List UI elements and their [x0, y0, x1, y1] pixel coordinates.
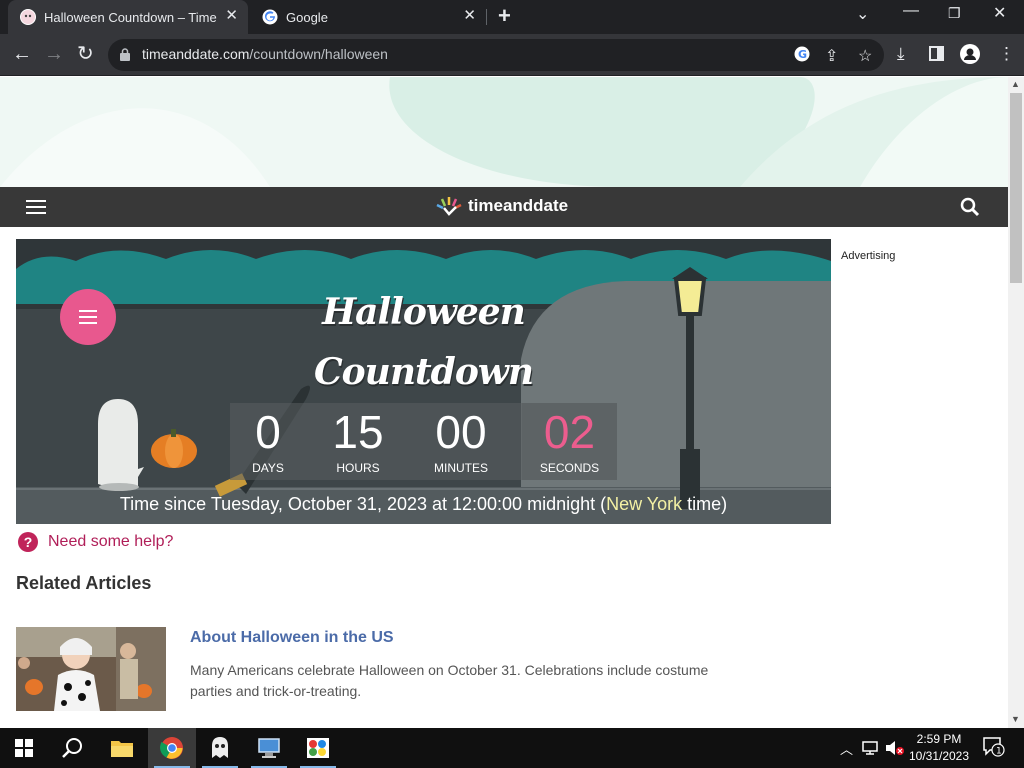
- city-link[interactable]: New York: [606, 494, 682, 514]
- download-icon[interactable]: ⤓: [897, 44, 905, 64]
- url-text: timeanddate.com/countdown/halloween: [142, 46, 388, 62]
- minutes-value: 00: [435, 406, 487, 458]
- file-explorer-button[interactable]: [98, 728, 146, 768]
- timeanddate-favicon-icon: [20, 9, 36, 25]
- close-tab-icon[interactable]: ✕: [225, 8, 238, 24]
- related-articles-heading: Related Articles: [16, 573, 152, 593]
- menu-kebab-icon[interactable]: ⋮: [998, 44, 1015, 64]
- paint-app-button[interactable]: [294, 728, 342, 768]
- countdown-minutes: 00 MINUTES: [417, 403, 505, 475]
- clock-date: 10/31/2023: [908, 749, 970, 763]
- hero-title-line1: Halloween: [322, 291, 526, 333]
- chrome-icon: [160, 737, 183, 759]
- back-arrow-icon[interactable]: ←: [12, 43, 32, 65]
- help-link[interactable]: ? Need some help?: [18, 532, 173, 552]
- clock-time: 2:59 PM: [916, 732, 962, 746]
- web-page: timeanddate Halloween Countdown 0 DAYS 1…: [0, 77, 1008, 728]
- question-mark-icon: ?: [18, 532, 38, 552]
- control-panel-button[interactable]: [245, 728, 293, 768]
- search-button[interactable]: [48, 728, 96, 768]
- days-label: DAYS: [252, 461, 284, 475]
- close-tab-icon[interactable]: ✕: [463, 8, 476, 24]
- chrome-taskbar-button[interactable]: [148, 728, 196, 768]
- windows-taskbar: ︿ 2:59 PM 10/31/2023 1: [0, 728, 1024, 768]
- ghost-app-icon: [212, 737, 228, 758]
- countdown-seconds: 02 SECONDS: [522, 403, 617, 480]
- halloween-countdown-hero: Halloween Countdown 0 DAYS 15 HOURS 00 M…: [16, 239, 831, 524]
- notification-count: 1: [996, 747, 1002, 757]
- seconds-value: 02: [543, 406, 596, 458]
- minutes-label: MINUTES: [434, 461, 488, 475]
- site-navigation-bar: timeanddate: [0, 187, 1008, 227]
- browser-tab-bar: Halloween Countdown – Time since Tuesday…: [0, 0, 1024, 34]
- article-thumbnail-image[interactable]: [16, 627, 166, 711]
- start-button[interactable]: [0, 728, 48, 768]
- svg-text:G: G: [798, 48, 807, 61]
- bookmark-star-icon[interactable]: ☆: [858, 46, 872, 66]
- folder-icon: [111, 741, 133, 757]
- browser-toolbar: ← → ↻ timeanddate.com/countdown/hallowee…: [0, 34, 1024, 76]
- advertising-label: Advertising: [841, 250, 896, 262]
- address-bar[interactable]: timeanddate.com/countdown/halloween G ⇪ …: [108, 39, 884, 71]
- share-icon[interactable]: ⇪: [825, 46, 838, 66]
- article-description: Many Americans celebrate Halloween on Oc…: [190, 662, 709, 699]
- computer-settings-icon: [258, 738, 280, 758]
- seconds-label: SECONDS: [539, 461, 600, 475]
- tab-google[interactable]: Google ✕: [250, 0, 486, 34]
- show-hidden-icons-chevron-icon[interactable]: ︿: [840, 739, 853, 758]
- hours-value: 15: [332, 406, 384, 458]
- lock-icon[interactable]: [120, 48, 130, 61]
- new-tab-icon[interactable]: +: [498, 5, 511, 27]
- countdown-hours: 15 HOURS: [314, 403, 402, 475]
- tab-separator: [486, 9, 487, 25]
- countdown-days: 0 DAYS: [224, 403, 312, 475]
- system-clock[interactable]: 2:59 PM 10/31/2023: [904, 731, 974, 765]
- profile-avatar-icon[interactable]: [960, 44, 980, 69]
- page-scrollbar[interactable]: ▲ ▼: [1008, 77, 1024, 728]
- taskbar-search-icon: [62, 738, 82, 758]
- tab-halloween-countdown[interactable]: Halloween Countdown – Time since Tuesday…: [8, 0, 248, 34]
- days-value: 0: [255, 406, 281, 458]
- restore-icon[interactable]: ❐: [948, 5, 961, 22]
- windows-logo-icon: [15, 739, 33, 757]
- hours-label: HOURS: [336, 461, 380, 475]
- volume-muted-icon[interactable]: [885, 740, 905, 759]
- tab-title: Google: [286, 9, 328, 25]
- google-lens-icon[interactable]: G: [794, 46, 810, 67]
- time-since-text: Time since Tuesday, October 31, 2023 at …: [119, 494, 728, 514]
- search-icon[interactable]: [960, 197, 980, 217]
- minimize-icon[interactable]: —: [903, 2, 919, 20]
- forward-arrow-icon[interactable]: →: [44, 43, 64, 65]
- scrollbar-thumb[interactable]: [1010, 93, 1022, 283]
- site-menu-icon[interactable]: [26, 200, 46, 214]
- hero-title-line2: Countdown: [314, 351, 534, 393]
- help-link-text[interactable]: Need some help?: [48, 533, 173, 551]
- logo-text: timeanddate: [468, 196, 569, 215]
- network-icon[interactable]: [862, 740, 880, 759]
- tab-title: Halloween Countdown – Time since Tuesday…: [44, 9, 220, 25]
- top-ad-banner[interactable]: [0, 77, 1008, 187]
- logo-clock-icon: [436, 197, 462, 216]
- ghost-app-button[interactable]: [196, 728, 244, 768]
- google-favicon-icon: [262, 9, 278, 25]
- close-window-icon[interactable]: ✕: [993, 3, 1006, 23]
- scroll-down-arrow-icon[interactable]: ▼: [1011, 714, 1020, 724]
- notification-center-icon[interactable]: 1: [983, 737, 1005, 760]
- timeanddate-logo[interactable]: timeanddate: [434, 196, 568, 216]
- article-title-link[interactable]: About Halloween in the US: [190, 629, 394, 647]
- reload-icon[interactable]: ↻: [77, 43, 94, 65]
- tab-search-chevron-icon[interactable]: ⌄: [856, 4, 869, 24]
- countdown-timer: 0 DAYS 15 HOURS 00 MINUTES 02 SECONDS: [230, 403, 617, 480]
- paint-icon: [307, 738, 329, 758]
- scroll-up-arrow-icon[interactable]: ▲: [1011, 79, 1020, 89]
- side-panel-icon[interactable]: [929, 46, 944, 66]
